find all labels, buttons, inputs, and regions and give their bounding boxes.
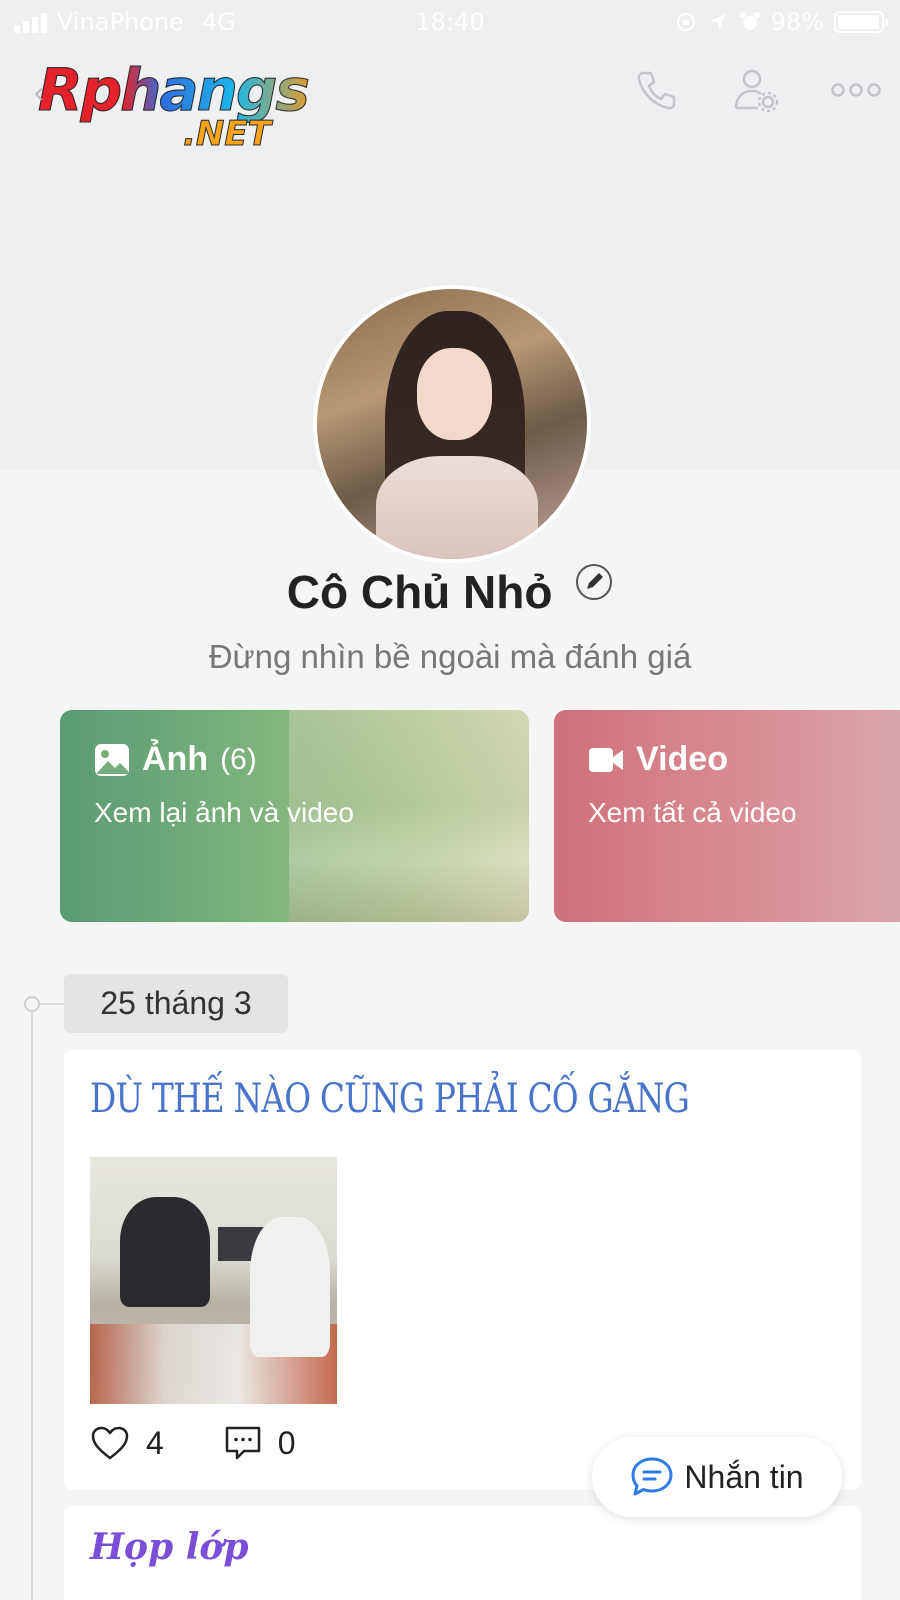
photos-count: (6) xyxy=(220,742,257,776)
profile-settings-button[interactable] xyxy=(730,64,782,116)
photos-card-subtitle: Xem lại ảnh và video xyxy=(94,797,354,828)
user-settings-icon xyxy=(734,69,779,113)
more-button[interactable] xyxy=(830,64,882,116)
videos-card[interactable]: Video Xem tất cả video xyxy=(554,710,900,922)
call-button[interactable] xyxy=(630,64,682,116)
video-camera-icon xyxy=(589,747,623,772)
profile-name: Cô Chủ Nhỏ xyxy=(286,566,553,618)
comment-button[interactable]: 0 xyxy=(224,1424,296,1462)
back-chevron-icon[interactable]: ‹ xyxy=(34,76,44,110)
image-icon xyxy=(95,743,129,776)
post-title: DÙ THẾ NÀO CŨNG PHẢI CỐ GẮNG xyxy=(90,1076,690,1122)
battery-icon xyxy=(834,11,888,33)
post-photo[interactable] xyxy=(90,1157,337,1404)
profile-bio: Đừng nhìn bề ngoài mà đánh giá xyxy=(208,638,692,675)
photos-card[interactable]: Ảnh (6) Xem lại ảnh và video xyxy=(60,710,529,922)
status-bar: VinaPhone 4G 18:40 98% xyxy=(0,0,900,44)
alarm-icon xyxy=(739,12,760,30)
battery-percent: 98% xyxy=(770,8,824,36)
chat-bubble-icon xyxy=(631,1457,673,1496)
avatar[interactable] xyxy=(313,285,591,563)
media-cards: Ảnh (6) Xem lại ảnh và video Video Xem t… xyxy=(60,710,900,922)
feed-post-2[interactable]: Họp lớp xyxy=(64,1506,861,1600)
timeline-connector xyxy=(40,1003,64,1005)
feed-post[interactable]: DÙ THẾ NÀO CŨNG PHẢI CỐ GẮNG 4 0 xyxy=(64,1050,861,1490)
pencil-icon xyxy=(576,563,613,600)
timeline-line xyxy=(31,1010,33,1600)
like-button[interactable]: 4 xyxy=(90,1425,164,1462)
post-2-title: Họp lớp xyxy=(90,1526,249,1568)
rotation-lock-icon xyxy=(676,13,695,31)
message-button-label: Nhắn tin xyxy=(684,1458,804,1495)
location-arrow-icon xyxy=(709,14,726,30)
timeline-date: 25 tháng 3 xyxy=(64,974,288,1033)
comment-count: 0 xyxy=(277,1424,296,1461)
videos-card-subtitle: Xem tất cả video xyxy=(588,797,797,828)
avatar-image xyxy=(317,289,587,559)
more-dots-icon xyxy=(831,83,881,97)
photos-card-title: Ảnh xyxy=(142,740,209,778)
message-button[interactable]: Nhắn tin xyxy=(592,1437,842,1517)
like-count: 4 xyxy=(146,1424,164,1461)
comment-icon xyxy=(225,1426,261,1460)
site-logo[interactable]: ‹ Rphangs .NET xyxy=(34,58,318,158)
header-actions xyxy=(630,64,882,116)
profile-name-row: Cô Chủ Nhỏ xyxy=(0,563,900,619)
logo-tld: .NET xyxy=(183,114,272,155)
post-actions: 4 0 xyxy=(90,1424,296,1462)
heart-icon xyxy=(91,1426,129,1460)
phone-icon xyxy=(637,71,676,110)
edit-name-button[interactable] xyxy=(575,558,613,612)
logo-word: Rphangs xyxy=(38,58,318,123)
videos-card-title: Video xyxy=(636,740,728,778)
timeline-dot xyxy=(24,996,40,1012)
